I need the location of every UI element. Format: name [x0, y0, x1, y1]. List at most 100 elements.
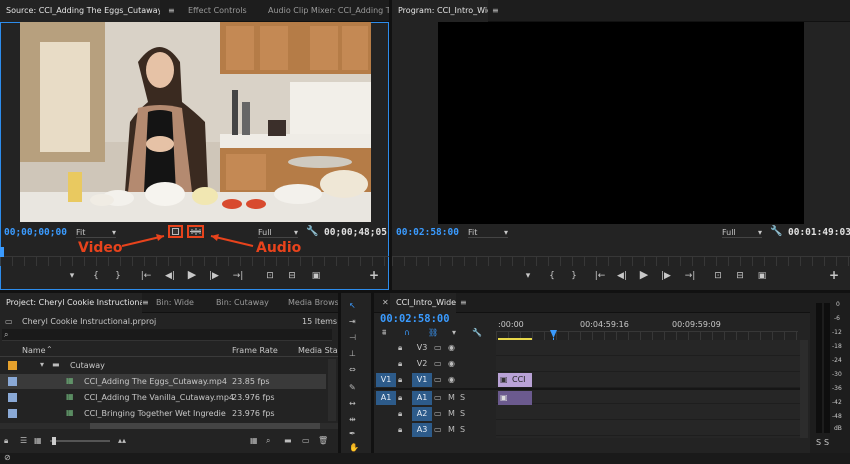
tab-effect-controls[interactable]: Effect Controls — [182, 0, 262, 22]
video-audio-divider[interactable] — [374, 388, 800, 390]
list-item[interactable]: ▾ ▬ Cutaway — [0, 358, 326, 372]
audio-clip[interactable]: ▣ — [498, 391, 532, 405]
menu-icon[interactable]: ≡ — [460, 298, 467, 308]
wrench-icon[interactable]: 🔧 — [472, 328, 482, 338]
lock-icon[interactable]: 🔒︎ — [398, 375, 402, 385]
solo-icon[interactable]: S — [460, 393, 465, 403]
eye-icon[interactable]: ◉ — [448, 375, 455, 385]
lock-icon[interactable]: 🔒︎ — [398, 393, 402, 403]
eye-icon[interactable]: ◉ — [448, 359, 455, 369]
program-time-ruler[interactable] — [392, 256, 850, 266]
tab-source[interactable]: Source: CCI_Adding The Eggs_Cutaway.mp4 — [0, 0, 160, 22]
new-bin-icon[interactable]: ▬ — [284, 436, 292, 446]
insert-icon[interactable]: ⊡ — [262, 270, 278, 282]
tab-program[interactable]: Program: CCI_Intro_Wide — [392, 0, 488, 22]
go-to-out-icon[interactable]: →| — [682, 270, 698, 282]
overwrite-icon[interactable]: ⊟ — [284, 270, 300, 282]
menu-icon[interactable]: ≡ — [492, 6, 499, 16]
razor-tool-icon[interactable]: ✎ — [349, 383, 356, 393]
rate-stretch-tool-icon[interactable]: ⇔ — [349, 365, 356, 375]
camera-icon[interactable]: ▣ — [754, 270, 770, 282]
step-back-icon[interactable]: ◀| — [614, 270, 630, 282]
wrench-icon[interactable]: 🔧 — [770, 227, 782, 237]
column-name[interactable]: Name — [22, 346, 46, 355]
scroll-thumb[interactable] — [90, 423, 320, 429]
go-to-in-icon[interactable]: |← — [138, 270, 154, 282]
eye-icon[interactable]: ◉ — [448, 343, 455, 353]
go-to-out-icon[interactable]: →| — [230, 270, 246, 282]
step-forward-icon[interactable]: |▶ — [206, 270, 222, 282]
find-icon[interactable]: ⌕ — [266, 436, 270, 446]
sync-lock-icon[interactable]: ▭ — [434, 409, 442, 419]
clear-icon[interactable]: 🗑︎ — [318, 436, 328, 446]
source-timecode-in[interactable]: 00;00;00;00 — [4, 227, 67, 238]
close-icon[interactable]: ✕ — [382, 298, 389, 308]
solo-right-button[interactable]: S — [824, 438, 829, 447]
sync-lock-icon[interactable]: ▭ — [434, 425, 442, 435]
list-item[interactable]: ▦ CCI_Adding The Vanilla_Cutaway.mp4 23.… — [0, 390, 326, 405]
tab-sequence[interactable]: CCI_Intro_Wide — [390, 293, 456, 313]
step-forward-icon[interactable]: |▶ — [658, 270, 674, 282]
extract-icon[interactable]: ⊟ — [732, 270, 748, 282]
tab-bin-wide[interactable]: Bin: Wide — [150, 293, 204, 313]
video-clip[interactable]: ▣ CCI — [498, 373, 532, 387]
add-button-icon[interactable]: + — [366, 269, 382, 281]
source-time-ruler[interactable] — [0, 256, 389, 266]
source-patch-v1[interactable]: V1 — [376, 373, 396, 387]
sync-lock-icon[interactable]: ▭ — [434, 343, 442, 353]
drag-video-only-button[interactable] — [168, 225, 183, 238]
lock-icon[interactable]: 🔒︎ — [398, 359, 402, 369]
tab-bin-cutaway[interactable]: Bin: Cutaway — [210, 293, 276, 313]
search-input[interactable]: ⌕ — [2, 329, 332, 341]
camera-icon[interactable]: ▣ — [308, 270, 324, 282]
rolling-edit-tool-icon[interactable]: ⊥ — [349, 349, 356, 359]
mark-out-icon[interactable]: } — [110, 270, 126, 282]
mark-out-icon[interactable]: } — [566, 270, 582, 282]
horizontal-scrollbar[interactable] — [0, 423, 338, 429]
go-to-in-icon[interactable]: |← — [592, 270, 608, 282]
info-icon[interactable]: ⊘ — [4, 453, 11, 463]
slip-tool-icon[interactable]: ↔ — [349, 399, 356, 409]
pen-tool-icon[interactable]: ✒ — [349, 429, 356, 439]
track-label-a1[interactable]: A1 — [412, 391, 432, 405]
track-select-tool-icon[interactable]: ⇥ — [349, 317, 356, 327]
mute-icon[interactable]: M — [448, 425, 455, 435]
add-button-icon[interactable]: + — [826, 269, 842, 281]
zoom-slider[interactable] — [50, 437, 110, 445]
program-timecode[interactable]: 00:02:58:00 — [396, 227, 459, 238]
nest-icon[interactable]: ⩩ — [382, 328, 386, 338]
new-item-icon[interactable]: ▭ — [302, 436, 310, 446]
program-zoom-select[interactable]: Fit ▾ — [468, 228, 508, 238]
ripple-edit-tool-icon[interactable]: ⊣ — [349, 333, 356, 343]
lock-icon[interactable]: 🔒︎ — [398, 409, 402, 419]
source-resolution-select[interactable]: Full ▾ — [258, 228, 298, 238]
source-zoom-select[interactable]: Fit ▾ — [76, 228, 116, 238]
source-playhead-icon[interactable] — [0, 247, 4, 257]
list-item[interactable]: ▦ CCI_Bringing Together Wet Ingredients_… — [0, 406, 326, 421]
hand-tool-icon[interactable]: ✋ — [349, 443, 359, 453]
source-patch-a1[interactable]: A1 — [376, 391, 396, 405]
menu-icon[interactable]: ≡ — [168, 6, 175, 16]
add-marker-icon[interactable]: ▾ — [452, 328, 456, 338]
play-icon[interactable]: ▶ — [636, 269, 652, 281]
track-label-v2[interactable]: V2 — [412, 357, 432, 371]
mark-in-icon[interactable]: { — [88, 270, 104, 282]
play-icon[interactable]: ▶ — [184, 269, 200, 281]
zoom-thumb[interactable] — [52, 437, 56, 445]
sync-lock-icon[interactable]: ▭ — [434, 375, 442, 385]
solo-left-button[interactable]: S — [816, 438, 821, 447]
solo-icon[interactable]: S — [460, 425, 465, 435]
add-marker-icon[interactable]: ▾ — [64, 270, 80, 282]
column-frame-rate[interactable]: Frame Rate — [232, 346, 278, 355]
mute-icon[interactable]: M — [448, 393, 455, 403]
tab-media-browser[interactable]: Media Browser — [282, 293, 338, 313]
column-media-start[interactable]: Media Sta — [298, 346, 338, 355]
add-marker-icon[interactable]: ▾ — [520, 270, 536, 282]
solo-icon[interactable]: S — [460, 409, 465, 419]
lock-icon[interactable]: 🔒︎ — [398, 425, 402, 435]
sort-icons-icon[interactable]: ▴▴ — [118, 436, 126, 446]
drag-audio-only-button[interactable] — [187, 225, 204, 238]
track-label-a3[interactable]: A3 — [412, 423, 432, 437]
track-label-a2[interactable]: A2 — [412, 407, 432, 421]
selection-tool-icon[interactable]: ↖ — [349, 301, 356, 311]
